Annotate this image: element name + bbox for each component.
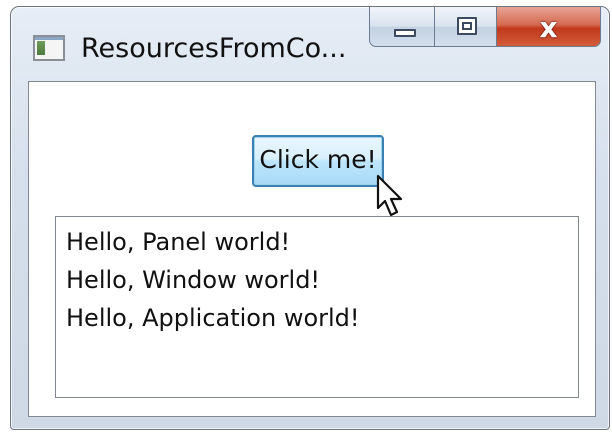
list-item[interactable]: Hello, Panel world!	[66, 223, 578, 261]
close-button[interactable]: x	[497, 7, 601, 47]
list-item[interactable]: Hello, Application world!	[66, 299, 578, 337]
caption-buttons: x	[369, 7, 601, 55]
title-bar[interactable]: ResourcesFromCo... x	[11, 7, 609, 79]
minimize-button[interactable]	[369, 7, 435, 47]
close-icon: x	[539, 11, 558, 44]
message-list[interactable]: Hello, Panel world! Hello, Window world!…	[55, 216, 579, 398]
maximize-icon	[457, 17, 477, 35]
window-app-icon[interactable]	[33, 35, 65, 61]
client-area: Click me! Hello, Panel world! Hello, Win…	[28, 81, 596, 417]
app-window: ResourcesFromCo... x Click me! Hello, Pa…	[10, 6, 610, 430]
mouse-pointer-icon	[376, 174, 403, 217]
click-me-button[interactable]: Click me!	[252, 135, 384, 187]
window-title: ResourcesFromCo...	[81, 33, 347, 64]
maximize-button[interactable]	[435, 7, 497, 47]
minimize-icon	[394, 29, 416, 37]
list-item[interactable]: Hello, Window world!	[66, 261, 578, 299]
